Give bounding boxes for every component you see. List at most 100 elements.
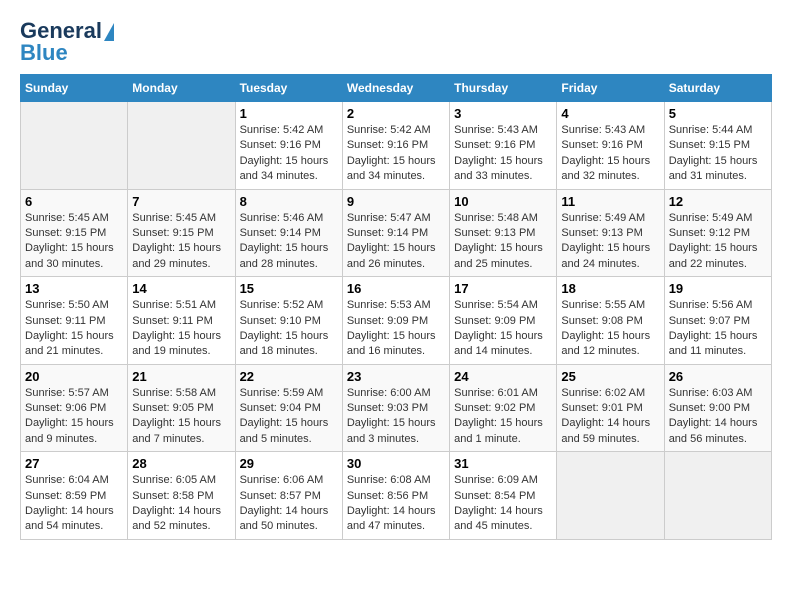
day-number: 7 — [132, 194, 230, 209]
logo-general: General — [20, 20, 102, 42]
calendar-week-4: 20Sunrise: 5:57 AM Sunset: 9:06 PM Dayli… — [21, 364, 772, 452]
day-number: 21 — [132, 369, 230, 384]
day-number: 17 — [454, 281, 552, 296]
calendar-cell: 11 Sunrise: 5:49 AM Sunset: 9:13 PM Dayli… — [557, 189, 664, 277]
day-number: 5 — [669, 106, 767, 121]
calendar-cell: 22 Sunrise: 5:59 AM Sunset: 9:04 PM Dayli… — [235, 364, 342, 452]
calendar-cell: 12 Sunrise: 5:49 AM Sunset: 9:12 PM Dayli… — [664, 189, 771, 277]
calendar-cell: 29 Sunrise: 6:06 AM Sunset: 8:57 PM Dayli… — [235, 452, 342, 540]
day-number: 2 — [347, 106, 445, 121]
day-info: Sunrise: 6:01 AM Sunset: 9:02 PM Dayligh… — [454, 386, 552, 448]
day-info: Sunrise: 5:49 AM Sunset: 9:12 PM Dayligh… — [669, 211, 767, 273]
page-header: General Blue — [20, 20, 772, 64]
day-info: Sunrise: 5:48 AM Sunset: 9:13 PM Dayligh… — [454, 211, 552, 273]
calendar-cell: 2 Sunrise: 5:42 AM Sunset: 9:16 PM Daylig… — [342, 102, 449, 190]
day-number: 25 — [561, 369, 659, 384]
calendar-cell: 27 Sunrise: 6:04 AM Sunset: 8:59 PM Dayli… — [21, 452, 128, 540]
day-number: 28 — [132, 456, 230, 471]
calendar-cell: 24Sunrise: 6:01 AM Sunset: 9:02 PM Dayli… — [450, 364, 557, 452]
day-info: Sunrise: 5:44 AM Sunset: 9:15 PM Dayligh… — [669, 123, 767, 185]
calendar-cell: 13 Sunrise: 5:50 AM Sunset: 9:11 PM Dayli… — [21, 277, 128, 365]
day-number: 6 — [25, 194, 123, 209]
day-info: Sunrise: 6:09 AM Sunset: 8:54 PM Dayligh… — [454, 473, 552, 535]
day-info: Sunrise: 6:06 AM Sunset: 8:57 PM Dayligh… — [240, 473, 338, 535]
col-header-sunday: Sunday — [21, 75, 128, 102]
day-number: 19 — [669, 281, 767, 296]
day-info: Sunrise: 5:50 AM Sunset: 9:11 PM Dayligh… — [25, 298, 123, 360]
day-info: Sunrise: 5:47 AM Sunset: 9:14 PM Dayligh… — [347, 211, 445, 273]
calendar-cell: 26Sunrise: 6:03 AM Sunset: 9:00 PM Dayli… — [664, 364, 771, 452]
calendar-cell: 18 Sunrise: 5:55 AM Sunset: 9:08 PM Dayli… — [557, 277, 664, 365]
calendar-cell: 7 Sunrise: 5:45 AM Sunset: 9:15 PM Daylig… — [128, 189, 235, 277]
day-number: 31 — [454, 456, 552, 471]
day-number: 29 — [240, 456, 338, 471]
day-info: Sunrise: 5:51 AM Sunset: 9:11 PM Dayligh… — [132, 298, 230, 360]
day-info: Sunrise: 5:58 AM Sunset: 9:05 PM Dayligh… — [132, 386, 230, 448]
calendar-cell: 14Sunrise: 5:51 AM Sunset: 9:11 PM Dayli… — [128, 277, 235, 365]
day-info: Sunrise: 6:08 AM Sunset: 8:56 PM Dayligh… — [347, 473, 445, 535]
calendar-cell: 15 Sunrise: 5:52 AM Sunset: 9:10 PM Dayli… — [235, 277, 342, 365]
col-header-saturday: Saturday — [664, 75, 771, 102]
calendar-cell: 8 Sunrise: 5:46 AM Sunset: 9:14 PM Daylig… — [235, 189, 342, 277]
day-number: 22 — [240, 369, 338, 384]
calendar-table: SundayMondayTuesdayWednesdayThursdayFrid… — [20, 74, 772, 540]
day-number: 18 — [561, 281, 659, 296]
day-number: 16 — [347, 281, 445, 296]
day-info: Sunrise: 5:45 AM Sunset: 9:15 PM Dayligh… — [132, 211, 230, 273]
logo-triangle — [104, 23, 114, 41]
day-info: Sunrise: 6:04 AM Sunset: 8:59 PM Dayligh… — [25, 473, 123, 535]
col-header-tuesday: Tuesday — [235, 75, 342, 102]
day-info: Sunrise: 5:49 AM Sunset: 9:13 PM Dayligh… — [561, 211, 659, 273]
day-info: Sunrise: 5:56 AM Sunset: 9:07 PM Dayligh… — [669, 298, 767, 360]
day-number: 15 — [240, 281, 338, 296]
calendar-cell: 4Sunrise: 5:43 AM Sunset: 9:16 PM Daylig… — [557, 102, 664, 190]
day-number: 23 — [347, 369, 445, 384]
calendar-cell: 20Sunrise: 5:57 AM Sunset: 9:06 PM Dayli… — [21, 364, 128, 452]
day-info: Sunrise: 5:45 AM Sunset: 9:15 PM Dayligh… — [25, 211, 123, 273]
col-header-thursday: Thursday — [450, 75, 557, 102]
day-info: Sunrise: 5:55 AM Sunset: 9:08 PM Dayligh… — [561, 298, 659, 360]
day-number: 30 — [347, 456, 445, 471]
col-header-wednesday: Wednesday — [342, 75, 449, 102]
day-info: Sunrise: 5:52 AM Sunset: 9:10 PM Dayligh… — [240, 298, 338, 360]
day-info: Sunrise: 6:05 AM Sunset: 8:58 PM Dayligh… — [132, 473, 230, 535]
calendar-cell — [557, 452, 664, 540]
day-number: 20 — [25, 369, 123, 384]
day-number: 12 — [669, 194, 767, 209]
day-number: 13 — [25, 281, 123, 296]
logo: General Blue — [20, 20, 114, 64]
day-info: Sunrise: 5:59 AM Sunset: 9:04 PM Dayligh… — [240, 386, 338, 448]
day-number: 9 — [347, 194, 445, 209]
calendar-week-2: 6 Sunrise: 5:45 AM Sunset: 9:15 PM Daylig… — [21, 189, 772, 277]
day-number: 8 — [240, 194, 338, 209]
calendar-cell: 21 Sunrise: 5:58 AM Sunset: 9:05 PM Dayli… — [128, 364, 235, 452]
calendar-cell — [128, 102, 235, 190]
day-number: 11 — [561, 194, 659, 209]
calendar-cell: 16Sunrise: 5:53 AM Sunset: 9:09 PM Dayli… — [342, 277, 449, 365]
day-number: 10 — [454, 194, 552, 209]
calendar-week-3: 13 Sunrise: 5:50 AM Sunset: 9:11 PM Dayli… — [21, 277, 772, 365]
logo-blue: Blue — [20, 42, 68, 64]
day-info: Sunrise: 5:43 AM Sunset: 9:16 PM Dayligh… — [561, 123, 659, 185]
calendar-cell — [21, 102, 128, 190]
day-info: Sunrise: 6:02 AM Sunset: 9:01 PM Dayligh… — [561, 386, 659, 448]
calendar-week-5: 27 Sunrise: 6:04 AM Sunset: 8:59 PM Dayli… — [21, 452, 772, 540]
day-info: Sunrise: 5:42 AM Sunset: 9:16 PM Dayligh… — [240, 123, 338, 185]
day-number: 3 — [454, 106, 552, 121]
day-number: 26 — [669, 369, 767, 384]
calendar-cell: 23Sunrise: 6:00 AM Sunset: 9:03 PM Dayli… — [342, 364, 449, 452]
day-info: Sunrise: 5:54 AM Sunset: 9:09 PM Dayligh… — [454, 298, 552, 360]
calendar-cell: 10 Sunrise: 5:48 AM Sunset: 9:13 PM Dayli… — [450, 189, 557, 277]
day-info: Sunrise: 5:46 AM Sunset: 9:14 PM Dayligh… — [240, 211, 338, 273]
day-number: 27 — [25, 456, 123, 471]
day-info: Sunrise: 5:42 AM Sunset: 9:16 PM Dayligh… — [347, 123, 445, 185]
day-info: Sunrise: 5:43 AM Sunset: 9:16 PM Dayligh… — [454, 123, 552, 185]
day-number: 1 — [240, 106, 338, 121]
calendar-cell: 19 Sunrise: 5:56 AM Sunset: 9:07 PM Dayli… — [664, 277, 771, 365]
calendar-cell: 1 Sunrise: 5:42 AM Sunset: 9:16 PM Daylig… — [235, 102, 342, 190]
calendar-cell: 30 Sunrise: 6:08 AM Sunset: 8:56 PM Dayli… — [342, 452, 449, 540]
calendar-cell: 25 Sunrise: 6:02 AM Sunset: 9:01 PM Dayli… — [557, 364, 664, 452]
calendar-cell: 28 Sunrise: 6:05 AM Sunset: 8:58 PM Dayli… — [128, 452, 235, 540]
calendar-cell: 17 Sunrise: 5:54 AM Sunset: 9:09 PM Dayli… — [450, 277, 557, 365]
calendar-cell: 3 Sunrise: 5:43 AM Sunset: 9:16 PM Daylig… — [450, 102, 557, 190]
